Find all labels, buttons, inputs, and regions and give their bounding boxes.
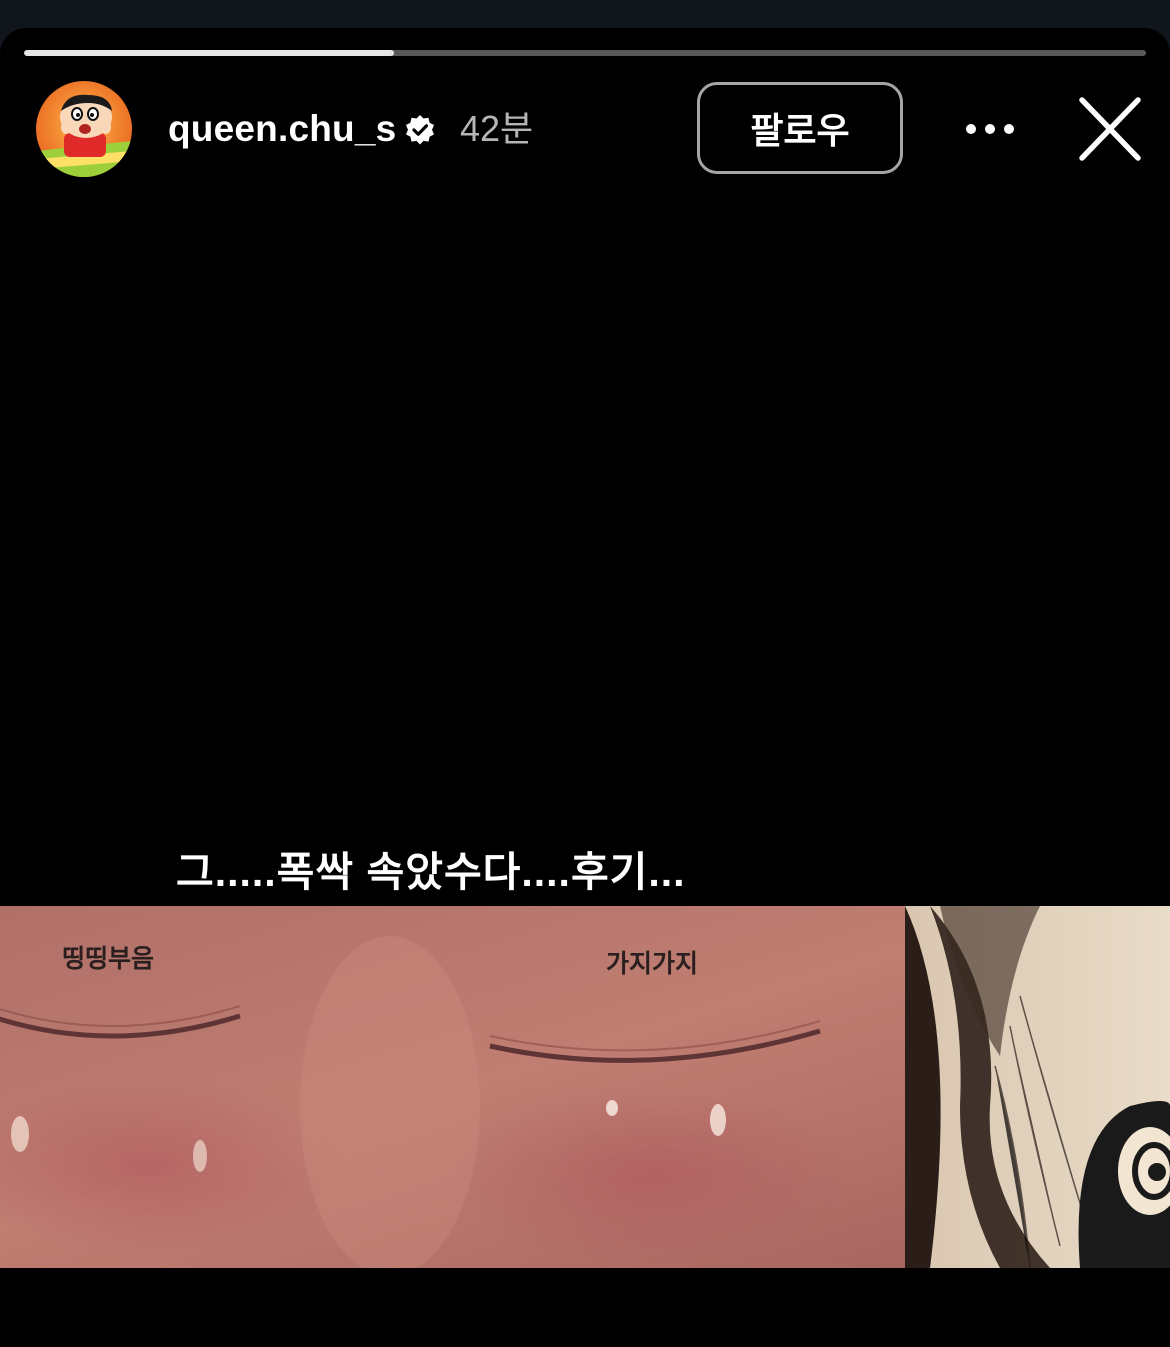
story-progress-bar <box>24 50 1146 56</box>
story-progress-fill <box>24 50 395 56</box>
avatar[interactable] <box>36 81 132 177</box>
username[interactable]: queen.chu_s <box>168 107 396 151</box>
cartoon-avatar-icon <box>36 81 132 177</box>
photo-label-left: 띵띵부음 <box>62 945 155 973</box>
close-icon[interactable] <box>1076 96 1144 162</box>
story-viewer: queen.chu_s 42분 팔로우 그.....폭싹 속았수다....후기.… <box>0 28 1170 1347</box>
crying-face-photo <box>0 906 1170 1268</box>
photo-label-right: 가지가지 <box>606 950 699 978</box>
verified-badge-icon <box>404 114 436 146</box>
ellipsis-icon[interactable] <box>962 114 1018 144</box>
post-time: 42분 <box>460 108 534 149</box>
story-photo: 띵띵부음 가지가지 <box>0 906 1170 1268</box>
story-caption: 그.....폭싹 속았수다....후기... <box>176 849 686 895</box>
follow-button[interactable]: 팔로우 <box>697 82 903 174</box>
